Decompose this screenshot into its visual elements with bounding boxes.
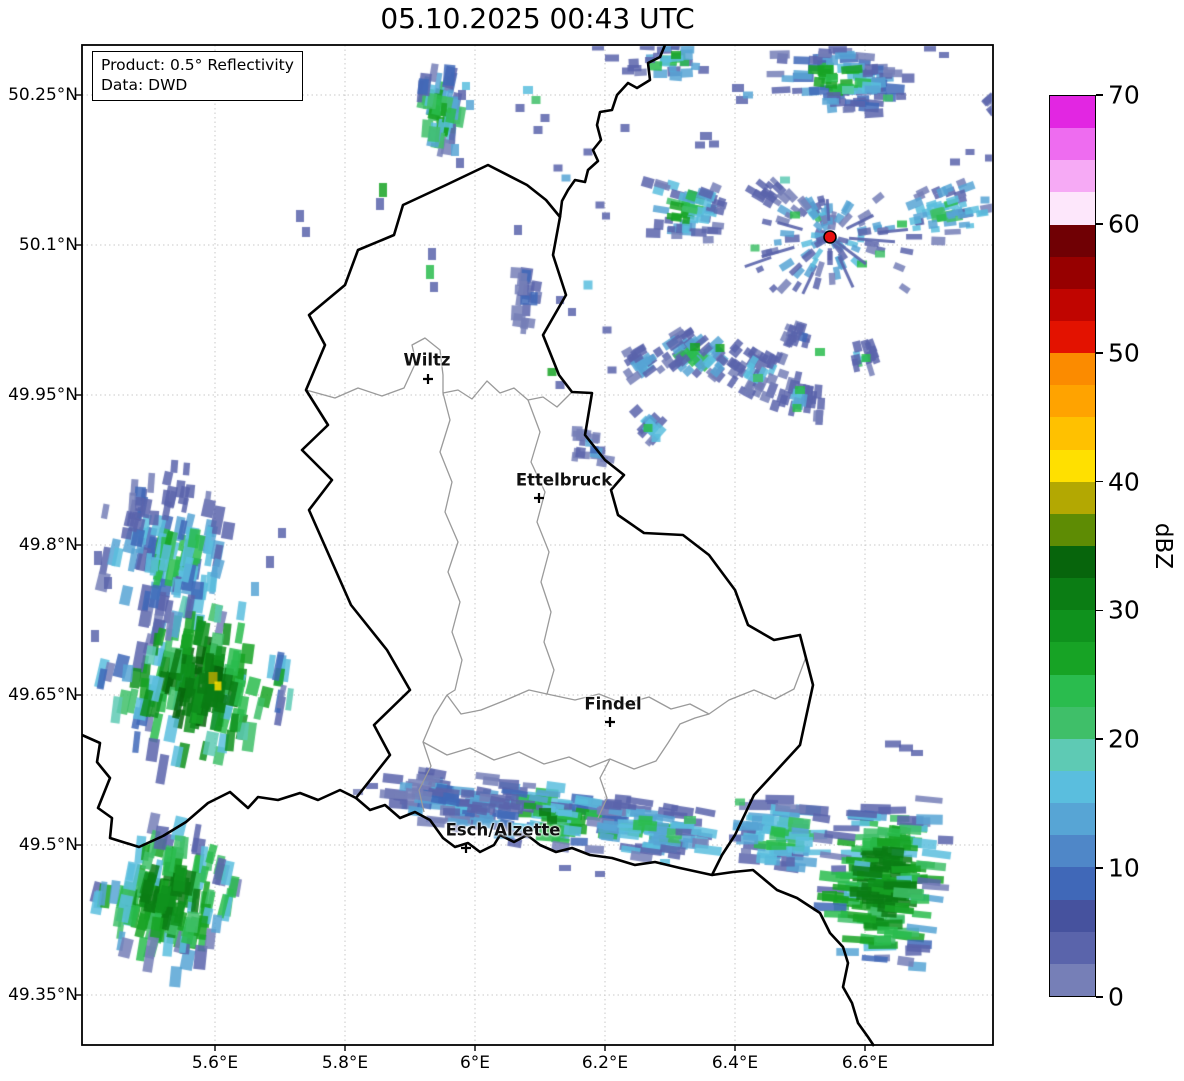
colorbar-tick (1096, 996, 1103, 998)
district-border (422, 713, 710, 770)
colorbar-tick-label: 20 (1108, 724, 1140, 754)
district-border (597, 758, 611, 819)
y-tick-label: 50.1°N (18, 235, 78, 255)
colorbar-segment (1050, 417, 1095, 450)
colorbar-segment (1050, 706, 1095, 739)
colorbar-segment (1050, 288, 1095, 322)
colorbar-segment (1050, 674, 1095, 707)
radar-site-dot (823, 230, 837, 244)
country-border (81, 733, 357, 849)
x-tick-label: 6.6°E (841, 1053, 889, 1073)
city-marker (605, 717, 615, 727)
colorbar-segment (1050, 546, 1095, 579)
colorbar (1049, 95, 1096, 997)
colorbar-segment (1050, 963, 1095, 996)
city-label-wiltz: Wiltz (403, 350, 451, 370)
city-label-esch-alzette: Esch/Alzette (445, 820, 561, 840)
colorbar-segment (1050, 224, 1095, 257)
colorbar-tick-label: 70 (1108, 80, 1140, 110)
y-tick-label: 49.35°N (8, 985, 78, 1005)
colorbar-segment (1050, 578, 1095, 611)
luxembourg-border (300, 163, 815, 877)
colorbar-segment (1050, 738, 1095, 772)
colorbar-tick-label: 60 (1108, 209, 1140, 239)
colorbar-tick (1096, 351, 1103, 354)
district-border (446, 399, 555, 715)
colorbar-segment (1050, 353, 1095, 386)
colorbar-tick (1096, 738, 1103, 741)
colorbar-tick (1096, 480, 1103, 483)
colorbar-segment (1050, 835, 1095, 868)
data-source-line: Data: DWD (101, 76, 188, 95)
colorbar-segment (1050, 96, 1095, 129)
colorbar-segment (1050, 867, 1095, 900)
y-tick-label: 49.8°N (18, 535, 78, 555)
radar-figure: 05.10.2025 00:43 UTC Product: 0.5° Refle… (0, 0, 1184, 1081)
colorbar-tick-label: 30 (1108, 595, 1140, 625)
x-tick-label: 5.8°E (321, 1053, 369, 1073)
colorbar-segment (1050, 256, 1095, 289)
colorbar-segment (1050, 385, 1095, 418)
colorbar-segment (1050, 899, 1095, 932)
map-plot (0, 0, 1184, 1081)
y-tick-label: 49.5°N (18, 835, 78, 855)
colorbar-tick (1096, 94, 1103, 96)
colorbar-tick-label: 50 (1108, 338, 1140, 368)
colorbar-tick-label: 40 (1108, 467, 1140, 497)
x-tick-label: 5.6°E (191, 1053, 239, 1073)
colorbar-segment (1050, 771, 1095, 804)
colorbar-tick-label: 10 (1108, 853, 1140, 883)
colorbar-segment (1050, 481, 1095, 514)
colorbar-segment (1050, 449, 1095, 482)
district-border (418, 392, 463, 813)
product-line: Product: 0.5° Reflectivity (101, 56, 294, 74)
colorbar-segment (1050, 931, 1095, 964)
colorbar-title: dBZ (1150, 522, 1176, 570)
product-info-box: Product: 0.5° Reflectivity Data: DWD (92, 51, 303, 101)
colorbar-segment (1050, 513, 1095, 547)
colorbar-tick-label: 0 (1108, 982, 1124, 1012)
city-label-ettelbruck: Ettelbruck (515, 470, 613, 490)
borders-layer (76, 44, 994, 1051)
colorbar-segment (1050, 610, 1095, 643)
country-border (558, 44, 667, 218)
colorbar-segment (1050, 128, 1095, 161)
colorbar-tick (1096, 223, 1103, 225)
y-tick-label: 49.95°N (8, 385, 78, 405)
colorbar-tick (1096, 609, 1103, 612)
colorbar-segment (1050, 192, 1095, 225)
city-marker (423, 374, 433, 384)
colorbar-segment (1050, 321, 1095, 354)
colorbar-tick (1096, 867, 1103, 869)
city-label-findel: Findel (584, 694, 642, 714)
country-border (711, 868, 876, 1047)
x-tick-label: 6°E (459, 1053, 491, 1073)
x-tick-label: 6.4°E (711, 1053, 759, 1073)
y-tick-label: 49.65°N (8, 685, 78, 705)
colorbar-segment (1050, 642, 1095, 675)
y-tick-label: 50.25°N (8, 85, 78, 105)
colorbar-segment (1050, 803, 1095, 836)
x-tick-label: 6.2°E (581, 1053, 629, 1073)
colorbar-segment (1050, 160, 1095, 193)
district-border (305, 337, 573, 408)
plot-frame (81, 44, 994, 1046)
